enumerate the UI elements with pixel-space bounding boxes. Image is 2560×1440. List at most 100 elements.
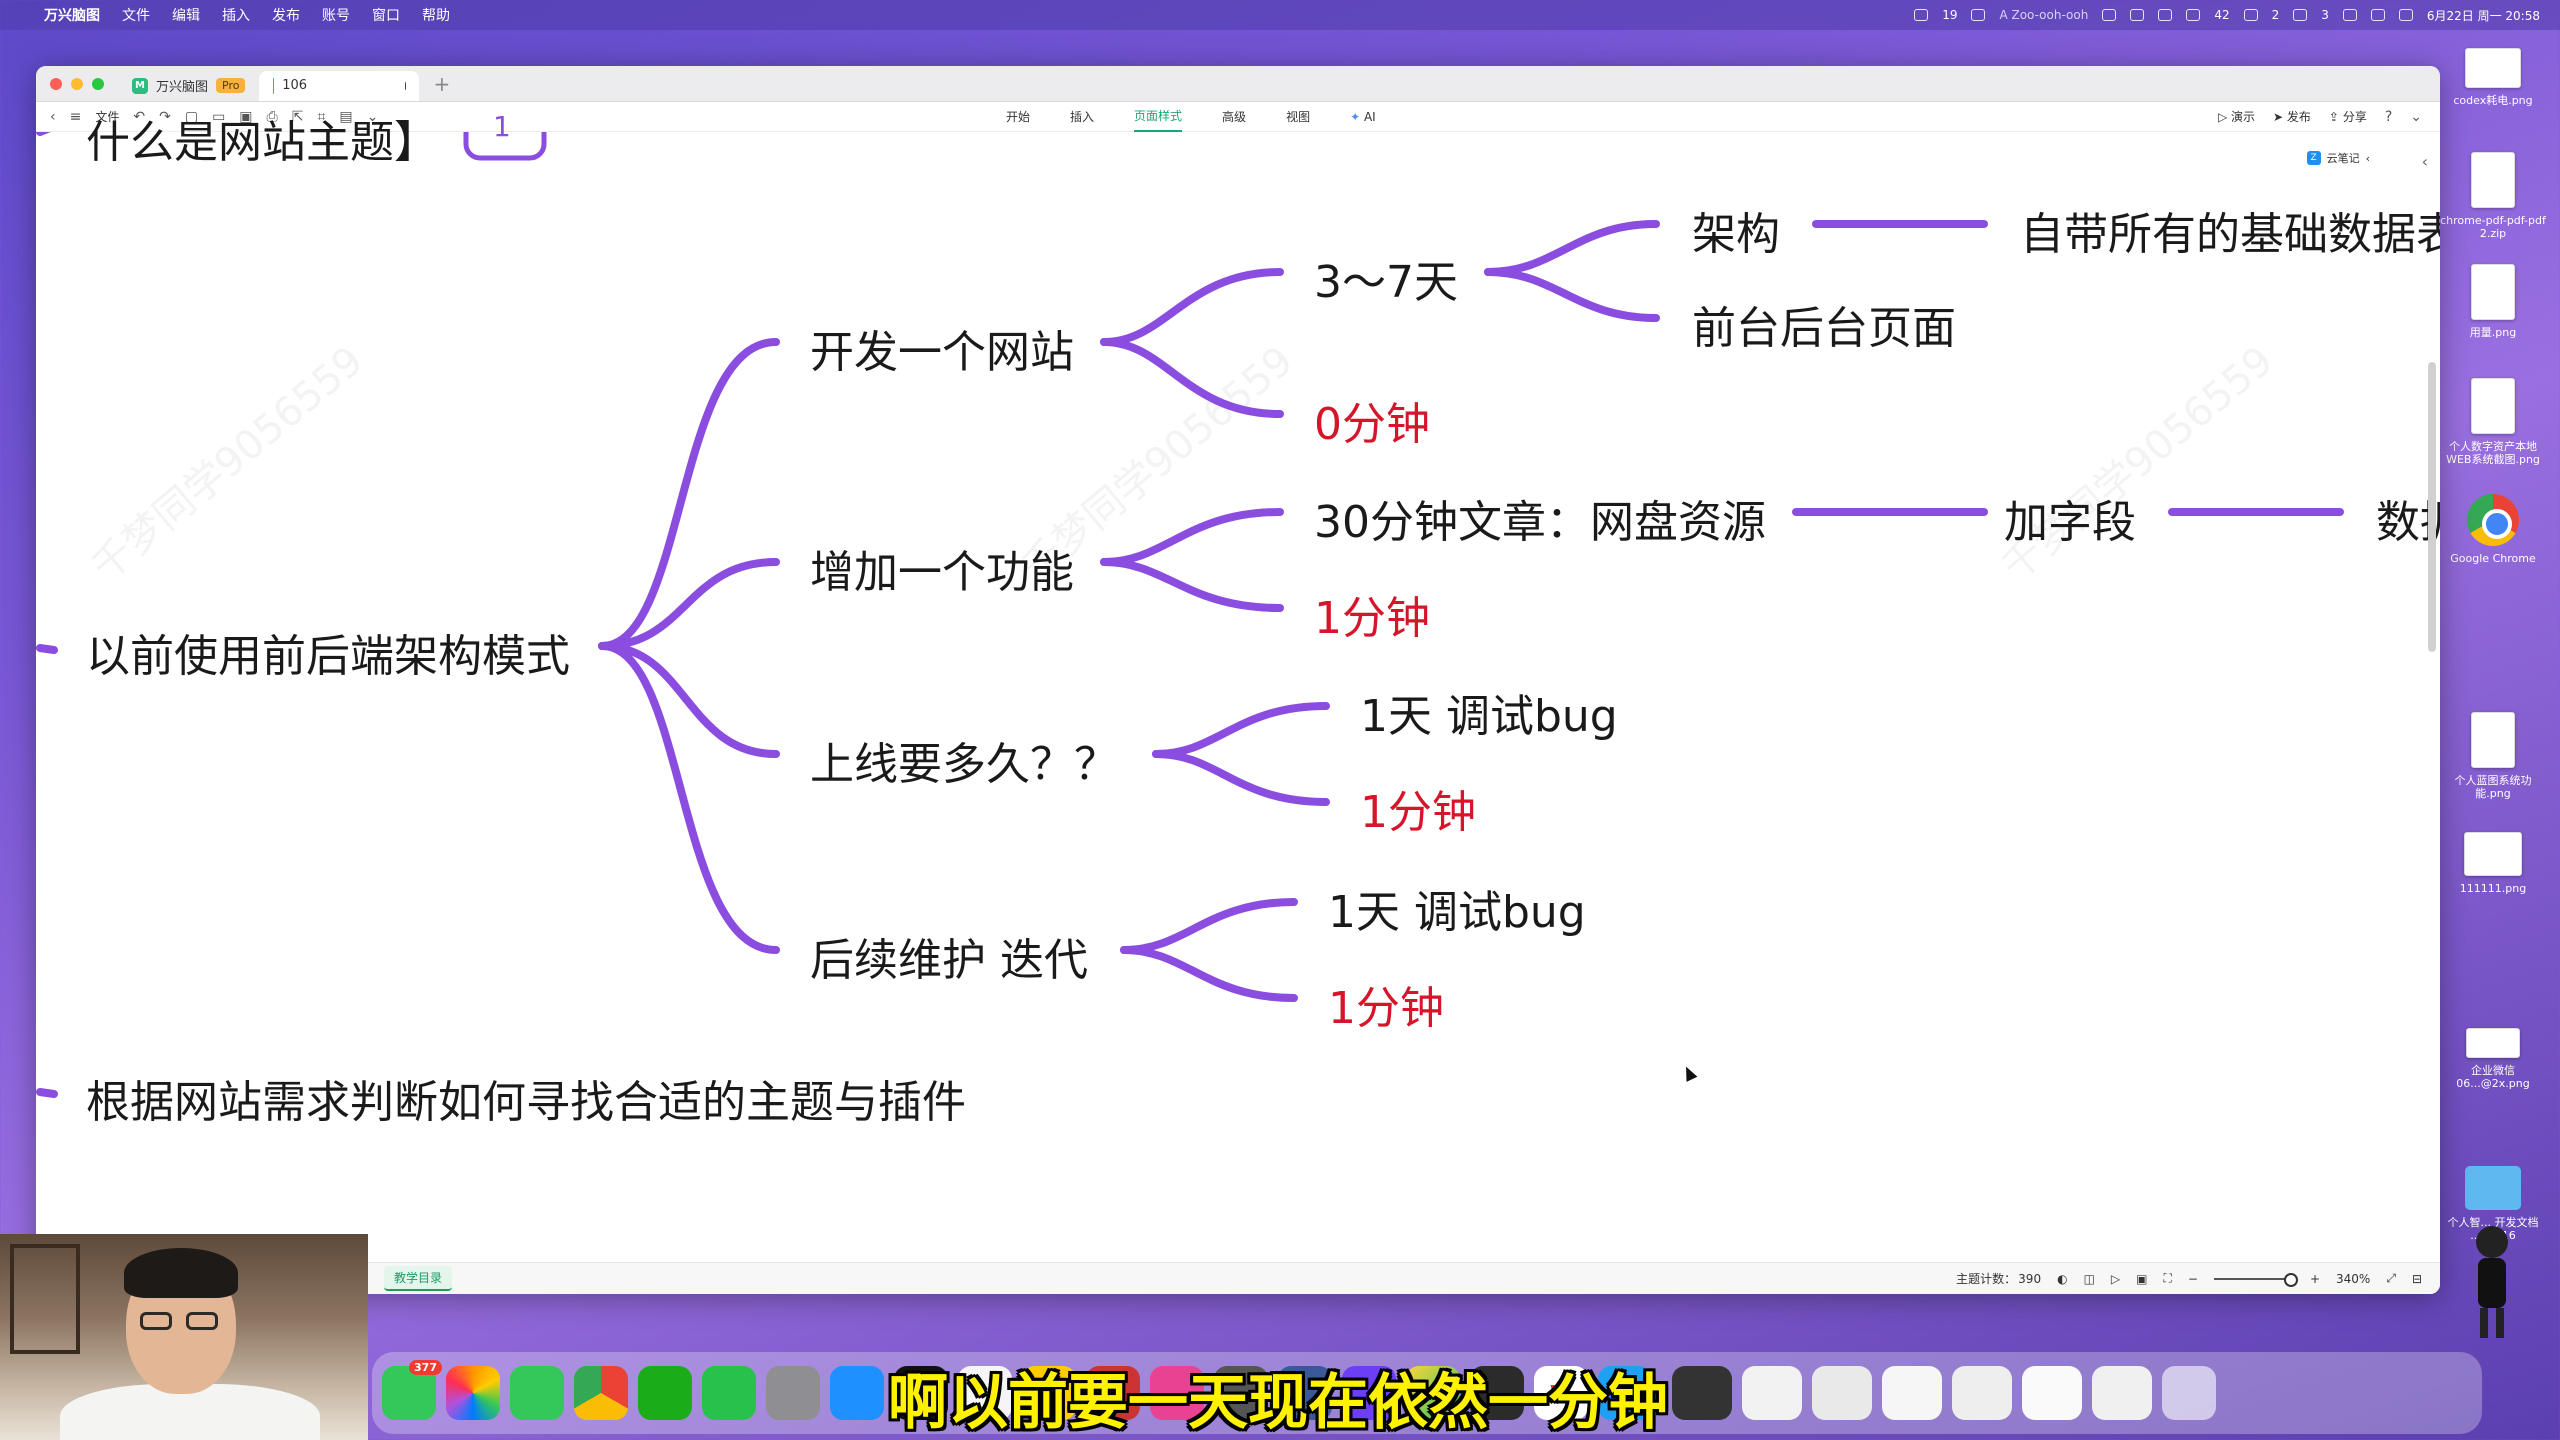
recent-window-thumbnail[interactable]	[1672, 1366, 1732, 1420]
status-icon[interactable]	[1914, 9, 1929, 21]
back-chevron-icon[interactable]: ‹	[50, 109, 56, 125]
partial-top-topic[interactable]: 什么是网站主题】	[86, 106, 438, 170]
recent-window-thumbnail[interactable]	[1952, 1366, 2012, 1420]
tab-document[interactable]: 106	[259, 70, 420, 101]
tab-home[interactable]: M 万兴脑图 Pro	[118, 71, 259, 101]
menu-window[interactable]: 窗口	[372, 5, 400, 25]
publish-button[interactable]: ➤ 发布	[2273, 108, 2311, 125]
feishu-app-icon[interactable]	[830, 1366, 884, 1420]
recent-window-thumbnail[interactable]	[1812, 1366, 1872, 1420]
phone-app-icon[interactable]	[510, 1366, 564, 1420]
desktop-file[interactable]: 用量.png	[2438, 264, 2548, 339]
play-icon[interactable]: ▷	[2111, 1272, 2120, 1286]
vertical-scrollbar[interactable]	[2428, 362, 2436, 652]
status-icon[interactable]	[2158, 9, 2173, 21]
close-window-button[interactable]	[50, 77, 62, 90]
recent-window-thumbnail[interactable]	[1882, 1366, 1942, 1420]
branch-maintenance[interactable]: 后续维护 迭代	[810, 924, 1088, 988]
fit-icon[interactable]: ▣	[2136, 1272, 2147, 1286]
status-icon[interactable]	[2293, 9, 2308, 21]
fullscreen-icon[interactable]: ⤢	[2386, 1271, 2396, 1286]
help-icon[interactable]: ?	[2385, 109, 2392, 125]
menu-file[interactable]: 文件	[122, 5, 150, 25]
tab-page-style[interactable]: 页面样式	[1134, 102, 1183, 132]
wifi-icon[interactable]	[2342, 9, 2357, 21]
tab-view[interactable]: 视图	[1286, 102, 1310, 132]
recent-window-thumbnail[interactable]	[2022, 1366, 2082, 1420]
topic-architecture[interactable]: 架构	[1692, 198, 1780, 262]
status-icon[interactable]	[2186, 9, 2201, 21]
mindmap-canvas[interactable]: 千梦同学9056559 千梦同学9056559 千梦同学9056559 什么是网…	[36, 110, 2440, 1294]
desktop-file[interactable]: 企业微信06...@2x.png	[2438, 1028, 2548, 1090]
chrome-app-icon[interactable]	[574, 1366, 628, 1420]
menu-edit[interactable]: 编辑	[172, 5, 200, 25]
new-tab-plus-icon[interactable]: +	[433, 72, 450, 96]
branch-go-live[interactable]: 上线要多久？？	[810, 728, 1118, 792]
search-icon[interactable]	[2370, 9, 2385, 21]
desktop-file[interactable]: 个人数字资产本地WEB系统截图.png	[2438, 378, 2548, 466]
topic-3-7-days[interactable]: 3～7天	[1314, 246, 1458, 310]
menubar-clock[interactable]: 6月22日 周一 20:58	[2427, 7, 2540, 24]
system-settings-app-icon[interactable]	[766, 1366, 820, 1420]
desktop-file[interactable]: 个人蓝图系统功能.png	[2438, 712, 2548, 800]
status-icon[interactable]	[2130, 9, 2145, 21]
topic-1-day-debug[interactable]: 1天 调试bug	[1360, 680, 1618, 744]
menu-account[interactable]: 账号	[322, 5, 350, 25]
desktop-app-chrome[interactable]: Google Chrome	[2438, 494, 2548, 565]
topic-front-back-pages[interactable]: 前台后台页面	[1692, 292, 1956, 356]
topic-1-minute[interactable]: 1分钟	[1314, 582, 1430, 646]
zoom-out-icon[interactable]: −	[2188, 1272, 2198, 1286]
layout-icon[interactable]: ◫	[2084, 1272, 2095, 1286]
desktop-file[interactable]: codex耗电.png	[2438, 48, 2548, 107]
trash-icon[interactable]	[2162, 1366, 2216, 1420]
menu-insert[interactable]: 插入	[222, 5, 250, 25]
topic-1-day-debug[interactable]: 1天 调试bug	[1328, 876, 1586, 940]
outline-tab[interactable]: 教学目录	[384, 1266, 453, 1291]
messages-app-icon[interactable]: 377	[382, 1360, 442, 1420]
topic-add-field[interactable]: 加字段	[2004, 486, 2136, 550]
minimize-window-button[interactable]	[71, 77, 83, 90]
desktop-file[interactable]: 111111.png	[2438, 832, 2548, 895]
status-icon[interactable]	[2102, 9, 2117, 21]
control-center-icon[interactable]	[2398, 9, 2413, 21]
tab-advanced[interactable]: 高级	[1222, 102, 1246, 132]
wechat-work-app-icon[interactable]	[702, 1366, 756, 1420]
top-badge[interactable]: 1	[493, 110, 511, 143]
topic-0-minutes[interactable]: 0分钟	[1314, 388, 1430, 452]
tab-start[interactable]: 开始	[1006, 102, 1030, 132]
branch-develop-site[interactable]: 开发一个网站	[810, 316, 1074, 380]
tab-insert[interactable]: 插入	[1070, 102, 1094, 132]
root-topic[interactable]: 以前使用前后端架构模式	[86, 620, 570, 684]
photos-app-icon[interactable]	[446, 1366, 500, 1420]
topic-1-minute[interactable]: 1分钟	[1360, 776, 1476, 840]
zoom-level[interactable]: 340%	[2336, 1272, 2370, 1286]
recent-window-thumbnail[interactable]	[2092, 1366, 2152, 1420]
chevron-down-icon[interactable]: ⌄	[2410, 109, 2422, 125]
panel-toggle-icon[interactable]: ⊟	[2412, 1272, 2422, 1286]
branch-add-feature[interactable]: 增加一个功能	[810, 536, 1074, 600]
tab-ai[interactable]: ✦ AI	[1350, 102, 1376, 132]
zoom-in-icon[interactable]: +	[2310, 1272, 2320, 1286]
theme-icon[interactable]: ◐	[2057, 1272, 2067, 1286]
topic-builtin-tables[interactable]: 自带所有的基础数据表	[2020, 198, 2440, 262]
share-button[interactable]: ⇪ 分享	[2329, 108, 2367, 125]
menu-app-name[interactable]: 万兴脑图	[44, 5, 100, 25]
menu-publish[interactable]: 发布	[272, 5, 300, 25]
zoom-window-button[interactable]	[92, 77, 104, 90]
desktop-file[interactable]: chrome-pdf-pdf-pdf 2.zip	[2438, 152, 2548, 240]
topic-30min-article[interactable]: 30分钟文章：网盘资源	[1314, 486, 1766, 550]
zoom-slider[interactable]	[2213, 1272, 2298, 1287]
menu-hamburger-icon[interactable]: ≡	[70, 109, 82, 125]
expand-icon[interactable]: ⛶	[2163, 1271, 2171, 1286]
status-icon[interactable]	[1971, 9, 1986, 21]
collapse-panel-chevron-icon[interactable]: ‹	[2422, 152, 2428, 171]
cloud-note-button[interactable]: Z 云笔记 ‹	[2306, 150, 2370, 166]
recent-window-thumbnail[interactable]	[1742, 1366, 1802, 1420]
wechat-app-icon[interactable]	[638, 1366, 692, 1420]
now-playing[interactable]: A Zoo-ooh-ooh	[1999, 8, 2088, 22]
present-button[interactable]: ▷ 演示	[2218, 108, 2255, 125]
topic-1-minute[interactable]: 1分钟	[1328, 972, 1444, 1036]
second-root-topic[interactable]: 根据网站需求判断如何寻找合适的主题与插件	[86, 1066, 966, 1130]
menu-help[interactable]: 帮助	[422, 5, 450, 25]
status-icon[interactable]	[2243, 9, 2258, 21]
